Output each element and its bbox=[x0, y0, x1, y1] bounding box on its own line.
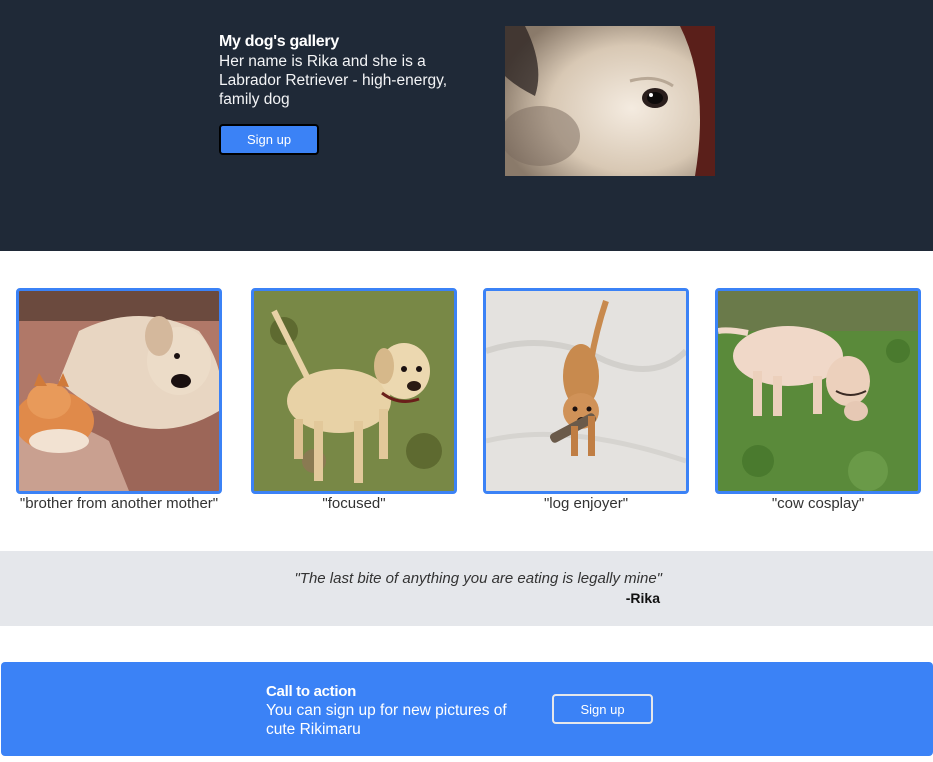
cta-description: You can sign up for new pictures of cute… bbox=[266, 702, 507, 738]
gallery-caption: "cow cosplay" bbox=[771, 495, 865, 512]
dog-on-grass-illustration bbox=[254, 291, 454, 491]
cta-text: Call to action You can sign up for new p… bbox=[266, 683, 536, 739]
dog-closeup-illustration bbox=[505, 26, 715, 176]
dog-in-snow-illustration bbox=[486, 291, 686, 491]
dog-with-cat-photo bbox=[16, 288, 222, 494]
gallery-caption: "log enjoyer" bbox=[543, 495, 629, 512]
cta-signup-button[interactable]: Sign up bbox=[552, 694, 653, 724]
dog-in-snow-photo bbox=[483, 288, 689, 494]
hero-section: My dog's gallery Her name is Rika and sh… bbox=[0, 0, 933, 251]
gallery-item: "focused" bbox=[251, 288, 457, 512]
dog-sniffing-grass-illustration bbox=[718, 291, 918, 491]
dog-on-grass-photo bbox=[251, 288, 457, 494]
quote-author: -Rika bbox=[625, 590, 660, 606]
cta-title: Call to action bbox=[266, 683, 356, 700]
gallery-caption: "focused" bbox=[322, 495, 386, 512]
gallery-item: "cow cosplay" bbox=[715, 288, 921, 512]
hero-description: Her name is Rika and she is a Labrador R… bbox=[219, 53, 448, 108]
quote-section: "The last bite of anything you are eatin… bbox=[0, 551, 933, 626]
dog-with-cat-illustration bbox=[19, 291, 219, 491]
gallery-caption: "brother from another mother" bbox=[19, 495, 219, 512]
gallery-item: "log enjoyer" bbox=[483, 288, 689, 512]
hero-signup-button[interactable]: Sign up bbox=[219, 124, 319, 155]
hero-text: My dog's gallery Her name is Rika and sh… bbox=[219, 33, 479, 109]
gallery-item: "brother from another mother" bbox=[16, 288, 222, 512]
dog-sniffing-grass-photo bbox=[715, 288, 921, 494]
call-to-action-section: Call to action You can sign up for new p… bbox=[1, 662, 933, 756]
hero-dog-photo bbox=[505, 26, 715, 176]
quote-text: "The last bite of anything you are eatin… bbox=[294, 570, 662, 587]
hero-title: My dog's gallery bbox=[219, 33, 339, 50]
